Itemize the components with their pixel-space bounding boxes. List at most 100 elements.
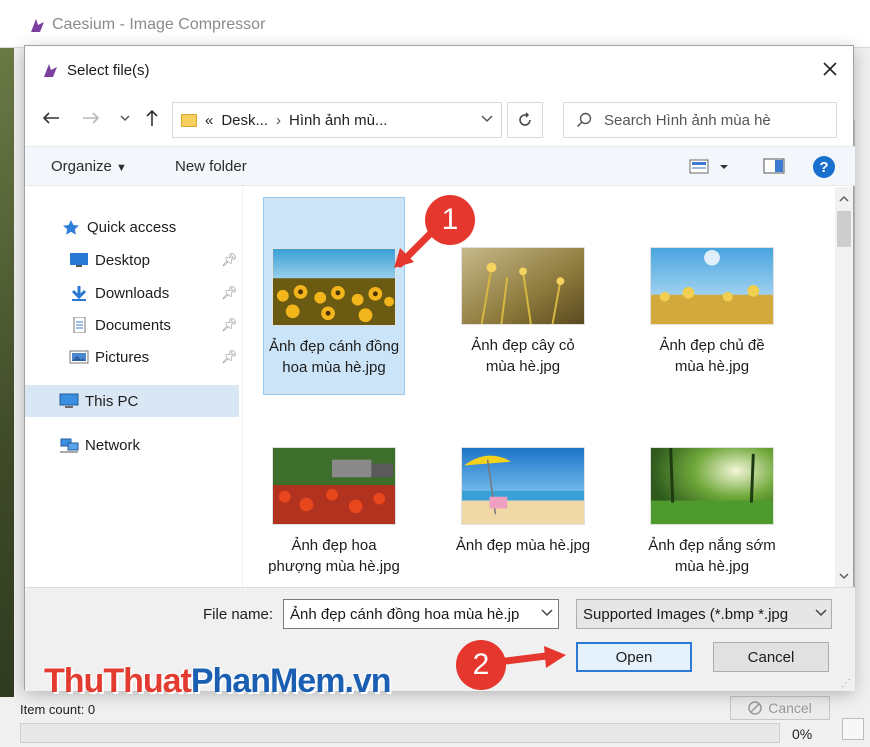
file-name: Ảnh đẹp chủ đề mùa hè.jpg (659, 337, 765, 375)
search-input[interactable]: Search Hình ảnh mùa hè (563, 102, 837, 138)
chevron-down-icon[interactable] (481, 111, 493, 126)
file-name-label: File name: (203, 606, 274, 623)
file-list-scrollbar[interactable] (835, 187, 853, 587)
scroll-up-icon[interactable] (835, 189, 853, 207)
app-panel-edge (854, 120, 866, 680)
star-icon (63, 220, 79, 235)
download-arrow-icon (71, 286, 87, 301)
thumbnail-sunflower-field (272, 248, 396, 326)
file-name: Ảnh đẹp nắng sớm mùa hè.jpg (648, 537, 776, 575)
search-icon (576, 112, 592, 128)
file-tile[interactable]: Ảnh đẹp chủ đề mùa hè.jpg (641, 197, 783, 395)
resize-grip-icon[interactable]: ⋰ (841, 678, 851, 689)
arrow-right-icon (83, 112, 100, 124)
sidebar-item-this-pc[interactable]: This PC (25, 385, 239, 417)
close-button[interactable] (817, 56, 843, 82)
caret-down-icon: ▼ (116, 162, 127, 174)
item-count: Item count: 0 (20, 702, 96, 717)
caesium-logo-icon (31, 19, 44, 32)
preview-pane-button[interactable] (763, 157, 785, 179)
pictures-icon (69, 350, 89, 364)
file-name: Ảnh đẹp cây cỏ mùa hè.jpg (471, 337, 575, 375)
pin-icon[interactable]: 📌︎ (221, 252, 238, 268)
refresh-button[interactable] (507, 102, 543, 138)
file-name: Ảnh đẹp cánh đồng hoa mùa hè.jpg (268, 338, 400, 376)
search-placeholder: Search Hình ảnh mùa hè (604, 111, 771, 129)
app-title: Caesium - Image Compressor (52, 16, 266, 33)
thumbnail-grass (461, 247, 585, 325)
help-icon[interactable]: ? (813, 156, 835, 178)
open-button[interactable]: Open (576, 642, 692, 672)
navigation-bar: « Desk... › Hình ảnh mù... Search Hình ả… (25, 98, 855, 138)
close-icon (823, 62, 837, 76)
sidebar-item-pictures[interactable]: Pictures 📌︎ (25, 341, 239, 373)
file-tile[interactable]: Ảnh đẹp mùa hè.jpg (452, 397, 594, 587)
address-segment-folder[interactable]: Hình ảnh mù... (289, 112, 387, 129)
folder-icon (181, 113, 197, 127)
thumbnail-flame-tree (272, 447, 396, 525)
document-icon (73, 317, 86, 333)
view-details-icon (689, 159, 728, 174)
change-view-button[interactable] (689, 157, 729, 179)
command-bar: Organize ▼ New folder ? (25, 146, 855, 186)
computer-icon (59, 393, 79, 408)
file-list: Ảnh đẹp cánh đồng hoa mùa hè.jpg Ảnh đẹp… (245, 187, 835, 587)
watermark-logo: ThuThuatPhanMem.vn (44, 662, 392, 700)
address-bar[interactable]: « Desk... › Hình ảnh mù... (172, 102, 502, 138)
cancel-button[interactable]: Cancel (713, 642, 829, 672)
navigation-pane: Quick access Desktop 📌︎ Downloads 📌︎ Doc… (25, 187, 243, 587)
back-button[interactable] (39, 106, 63, 130)
recent-locations-button[interactable] (113, 106, 137, 130)
app-titlebar: Caesium - Image Compressor (0, 0, 870, 48)
pin-icon[interactable]: 📌︎ (221, 317, 238, 333)
chevron-down-icon (541, 609, 553, 617)
sidebar-item-quick-access[interactable]: Quick access (25, 211, 239, 243)
file-type-select[interactable]: Supported Images (*.bmp *.jpg (576, 599, 832, 629)
file-name: Ảnh đẹp hoa phượng mùa hè.jpg (268, 537, 400, 575)
forward-button[interactable] (79, 106, 103, 130)
thumbnail-summer-theme (650, 247, 774, 325)
annotation-arrow-2 (496, 646, 566, 668)
refresh-icon (519, 112, 531, 126)
sidebar-item-downloads[interactable]: Downloads 📌︎ (25, 277, 239, 309)
thumbnail-beach (461, 447, 585, 525)
scroll-down-icon[interactable] (835, 567, 853, 585)
annotation-badge-2: 2 (456, 640, 506, 690)
sidebar-item-network[interactable]: Network (25, 429, 239, 461)
file-name-input[interactable]: Ảnh đẹp cánh đồng hoa mùa hè.jp (283, 599, 559, 629)
chevron-down-icon (120, 115, 130, 122)
thumbnail-morning-sun (650, 447, 774, 525)
progress-bar (20, 723, 780, 743)
cancel-circle-icon (748, 701, 762, 715)
address-segment-desktop[interactable]: Desk... (221, 112, 268, 129)
caesium-logo-icon (44, 64, 57, 77)
organize-menu[interactable]: Organize ▼ (51, 158, 127, 175)
chevron-down-icon (815, 606, 827, 620)
sidebar-item-documents[interactable]: Documents 📌︎ (25, 309, 239, 341)
file-name-dropdown[interactable] (537, 600, 557, 626)
arrow-up-icon (146, 109, 158, 126)
compress-cancel-button[interactable]: Cancel (730, 696, 830, 720)
address-overflow[interactable]: « (205, 112, 213, 129)
new-folder-button[interactable]: New folder (175, 158, 247, 175)
arrow-left-icon (42, 112, 59, 124)
scrollbar-thumb[interactable] (837, 211, 851, 247)
network-icon (60, 438, 79, 453)
dialog-title: Select file(s) (67, 61, 150, 79)
pin-icon[interactable]: 📌︎ (221, 285, 238, 301)
resize-grip-icon[interactable] (842, 718, 864, 740)
desktop-icon (70, 253, 88, 267)
file-name: Ảnh đẹp mùa hè.jpg (455, 537, 591, 554)
sidebar-item-desktop[interactable]: Desktop 📌︎ (25, 244, 239, 276)
pin-icon[interactable]: 📌︎ (221, 349, 238, 365)
annotation-badge-1: 1 (425, 195, 475, 245)
file-tile[interactable]: Ảnh đẹp hoa phượng mùa hè.jpg (263, 397, 405, 587)
dialog-titlebar: Select file(s) (41, 59, 150, 81)
chevron-right-icon: › (276, 111, 282, 129)
up-button[interactable] (140, 106, 164, 130)
file-tile[interactable]: Ảnh đẹp nắng sớm mùa hè.jpg (641, 397, 783, 587)
file-tile[interactable]: Ảnh đẹp cánh đồng hoa mùa hè.jpg (263, 197, 405, 395)
select-files-dialog: Select file(s) « Desk... › Hình ảnh mù..… (24, 45, 855, 691)
background-image-strip (0, 48, 14, 728)
progress-percent: 0% (792, 726, 813, 742)
